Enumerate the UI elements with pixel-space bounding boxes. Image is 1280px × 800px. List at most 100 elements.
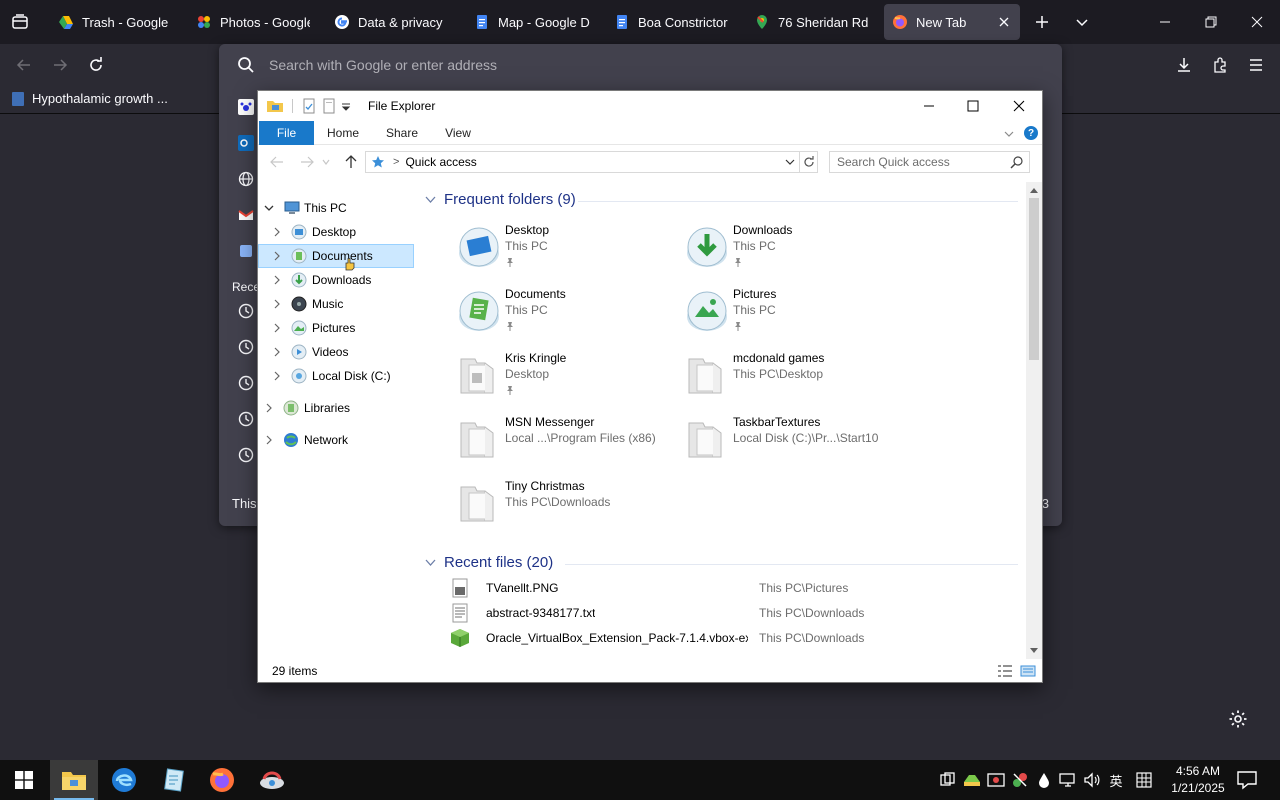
taskbar-notepad[interactable]	[150, 760, 198, 800]
browser-tab[interactable]: 76 Sheridan Rd - Google Maps	[746, 4, 878, 40]
nav-item-local-disk[interactable]: Local Disk (C:)	[258, 364, 416, 388]
expand-chevron-icon[interactable]	[271, 274, 283, 286]
nav-item-downloads[interactable]: Downloads	[258, 268, 416, 292]
ribbon-tab-home[interactable]: Home	[318, 121, 368, 145]
nav-item-pictures[interactable]: Pictures	[258, 316, 416, 340]
recent-file-row[interactable]: Oracle_VirtualBox_Extension_Pack-7.1.4.v…	[450, 626, 1010, 650]
help-icon[interactable]: ?	[1024, 126, 1038, 140]
network-tray-icon[interactable]	[1058, 770, 1078, 790]
globe-icon[interactable]	[237, 170, 255, 188]
volume-icon[interactable]	[1082, 770, 1102, 790]
extensions-button[interactable]	[1206, 51, 1234, 79]
minimize-button[interactable]	[906, 91, 952, 121]
search-input[interactable]	[837, 155, 1012, 169]
close-button[interactable]	[996, 91, 1042, 121]
pin-icon[interactable]	[733, 257, 743, 267]
defender-tray-icon[interactable]	[986, 770, 1006, 790]
nav-item-libraries[interactable]: Libraries	[258, 396, 416, 420]
minimize-button[interactable]	[1142, 0, 1188, 44]
restore-button[interactable]	[1188, 0, 1234, 44]
new-folder-icon[interactable]	[321, 98, 337, 114]
taskbar-file-explorer[interactable]	[50, 760, 98, 800]
properties-icon[interactable]	[301, 98, 317, 114]
nav-item-desktop[interactable]: Desktop	[258, 220, 416, 244]
history-clock-icon[interactable]	[237, 446, 255, 464]
search-box[interactable]	[829, 151, 1030, 173]
ime-indicator[interactable]: 英	[1106, 770, 1126, 790]
expand-chevron-icon[interactable]	[263, 402, 275, 414]
maximize-button[interactable]	[950, 91, 996, 121]
address-history-dropdown[interactable]	[781, 152, 799, 172]
folder-tile-tiny-christmas[interactable]: Tiny Christmas This PC\Downloads	[455, 477, 675, 533]
recent-file-row[interactable]: abstract-9348177.txt This PC\Downloads	[450, 601, 1010, 625]
vertical-scrollbar[interactable]	[1026, 182, 1042, 659]
scroll-up-arrow-icon[interactable]	[1026, 182, 1042, 198]
forward-button[interactable]	[298, 153, 316, 171]
nav-item-documents[interactable]: Documents	[258, 244, 414, 271]
browser-tab[interactable]: Boa Constrictor enclosure	[606, 4, 738, 40]
shortcut-app-icon[interactable]	[237, 242, 255, 260]
details-view-button[interactable]	[996, 663, 1014, 679]
reload-button[interactable]	[82, 51, 110, 79]
nav-item-this-pc[interactable]: This PC	[258, 196, 416, 220]
breadcrumb-chevron-icon[interactable]: >	[393, 156, 399, 168]
history-clock-icon[interactable]	[237, 374, 255, 392]
expand-chevron-icon[interactable]	[271, 250, 283, 262]
folder-tile-documents[interactable]: Documents This PC	[455, 285, 675, 341]
start-button[interactable]	[0, 760, 48, 800]
task-view-icon[interactable]	[938, 770, 958, 790]
bookmark-item[interactable]: Hypothalamic growth ...	[12, 91, 168, 106]
recent-file-row[interactable]: TVanellt.PNG This PC\Pictures	[450, 576, 1010, 600]
ribbon-tab-view[interactable]: View	[434, 121, 482, 145]
notification-center-icon[interactable]	[1236, 770, 1258, 790]
customize-toolbar-chevron-icon[interactable]	[341, 98, 351, 114]
system-clock[interactable]: 4:56 AM 1/21/2025	[1160, 763, 1236, 797]
recent-locations-button[interactable]	[320, 153, 332, 171]
large-icons-view-button[interactable]	[1019, 663, 1037, 679]
ribbon-tab-share[interactable]: Share	[378, 121, 426, 145]
urlbar[interactable]: Search with Google or enter address	[219, 44, 1062, 86]
taskbar-edge[interactable]	[100, 760, 148, 800]
close-tab-icon[interactable]	[996, 14, 1012, 30]
scroll-down-arrow-icon[interactable]	[1026, 643, 1042, 659]
gmail-icon[interactable]	[237, 206, 255, 224]
list-all-tabs-button[interactable]	[1068, 8, 1096, 36]
expand-chevron-icon[interactable]	[271, 322, 283, 334]
history-clock-icon[interactable]	[237, 410, 255, 428]
back-button[interactable]	[268, 153, 286, 171]
pin-icon[interactable]	[505, 257, 515, 267]
up-button[interactable]	[342, 153, 360, 171]
folder-tile-kris-kringle[interactable]: Kris Kringle Desktop	[455, 349, 675, 405]
expand-chevron-icon[interactable]	[271, 226, 283, 238]
app-menu-button[interactable]	[1242, 51, 1270, 79]
folder-tile-desktop[interactable]: Desktop This PC	[455, 221, 675, 277]
pin-icon[interactable]	[733, 321, 743, 331]
shortcut-outlook-icon[interactable]	[237, 134, 255, 152]
nav-item-network[interactable]: Network	[258, 428, 416, 452]
taskbar-firefox[interactable]	[198, 760, 246, 800]
recent-files-header[interactable]: Recent files (20)	[424, 554, 553, 571]
nav-item-music[interactable]: Music	[258, 292, 416, 316]
back-button[interactable]	[10, 51, 38, 79]
browser-tab[interactable]: Photos - Google Photos	[188, 4, 318, 40]
app-tray-icon[interactable]	[1010, 770, 1030, 790]
ime-mode-icon[interactable]	[1134, 770, 1154, 790]
folder-tile-pictures[interactable]: Pictures This PC	[683, 285, 903, 341]
title-bar[interactable]: File Explorer	[258, 91, 1042, 121]
shortcut-paw-icon[interactable]	[237, 98, 255, 116]
collapse-chevron-icon[interactable]	[263, 202, 275, 214]
forward-button[interactable]	[46, 51, 74, 79]
taskbar-app[interactable]	[248, 760, 296, 800]
frequent-folders-header[interactable]: Frequent folders (9)	[424, 191, 576, 208]
browser-tab[interactable]: Map - Google Docs	[466, 4, 598, 40]
address-bar[interactable]: > Quick access	[365, 151, 800, 173]
tab-list-button[interactable]	[6, 8, 34, 36]
expand-chevron-icon[interactable]	[271, 370, 283, 382]
water-drop-icon[interactable]	[1034, 770, 1054, 790]
expand-chevron-icon[interactable]	[263, 434, 275, 446]
downloads-button[interactable]	[1170, 51, 1198, 79]
gear-icon[interactable]	[1228, 709, 1248, 729]
expand-ribbon-button[interactable]	[1001, 126, 1017, 142]
folder-tile-taskbartextures[interactable]: TaskbarTextures Local Disk (C:)\Pr...\St…	[683, 413, 903, 469]
history-clock-icon[interactable]	[237, 302, 255, 320]
